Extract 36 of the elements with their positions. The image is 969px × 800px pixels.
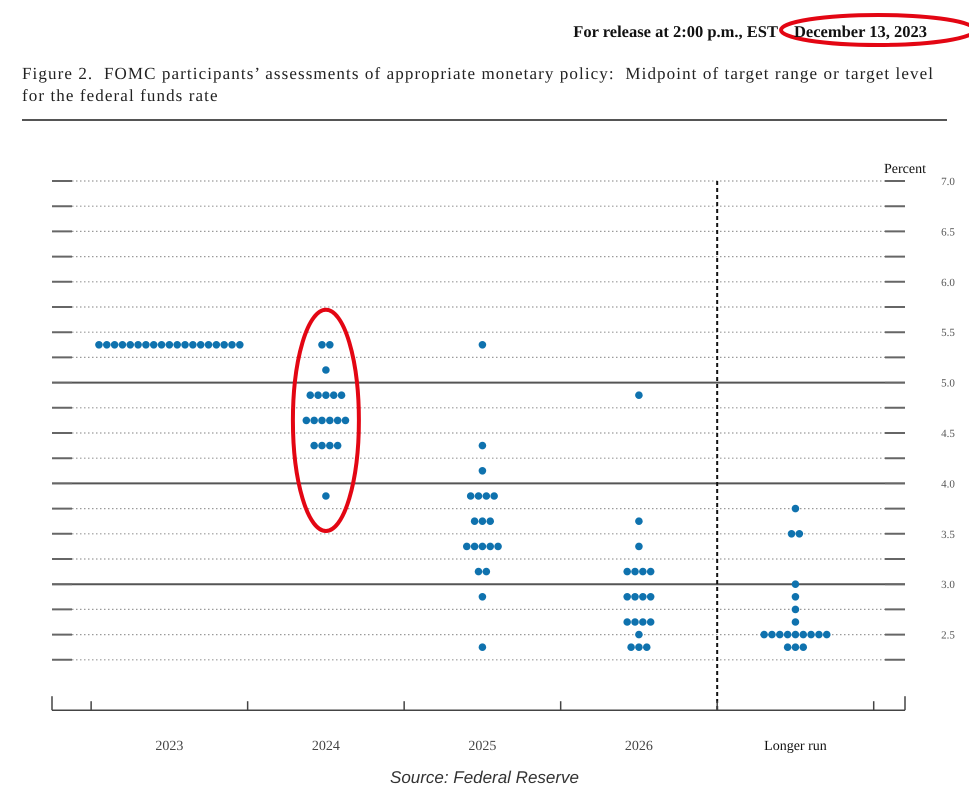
dot-marker: [792, 618, 800, 626]
dot-marker: [635, 517, 643, 525]
y-axis-label: 2.5: [941, 629, 955, 642]
dot-marker: [792, 580, 800, 588]
dot-marker: [322, 366, 330, 374]
source-caption: Source: Federal Reserve: [389, 766, 580, 789]
dot-marker: [635, 630, 643, 638]
dot-marker: [322, 492, 330, 500]
y-axis-label: 7.0: [941, 176, 955, 188]
y-axis-label: 5.0: [941, 377, 955, 390]
dot-marker: [792, 592, 800, 600]
figure-caption: Figure 2. FOMC participants’ assessments of appropriate monetary policy: Midpoint of target range or target level for the federal funds rate: [22, 62, 936, 107]
x-axis-label: 2025: [468, 738, 496, 754]
dot-marker: [478, 466, 486, 474]
y-axis-label: 3.0: [941, 578, 955, 591]
y-axis-label: 5.5: [941, 326, 955, 339]
y-axis-label: 3.5: [941, 528, 955, 541]
release-date-text: December 13, 2023: [794, 22, 927, 41]
y-axis-label: 4.5: [941, 428, 955, 440]
dot-marker: [792, 605, 800, 613]
y-axis-label: 6.0: [941, 276, 955, 289]
y-axis-title: Percent: [884, 162, 926, 177]
dot-marker: [635, 542, 643, 550]
y-axis-label: 4.0: [941, 478, 955, 490]
x-axis-label: 2023: [155, 738, 184, 754]
dot-marker: [635, 391, 643, 399]
x-axis-label: 2026: [624, 738, 653, 754]
x-axis-label: Longer run: [764, 738, 827, 754]
dot-marker: [792, 504, 800, 512]
dot-marker: [478, 643, 486, 651]
dot-marker: [478, 592, 486, 600]
dot-marker: [478, 340, 486, 348]
dot-marker: [478, 442, 486, 450]
y-axis-label: 6.5: [941, 226, 955, 238]
x-axis-label: 2024: [312, 738, 340, 754]
release-time-text: For release at 2:00 p.m., EST: [573, 21, 778, 43]
